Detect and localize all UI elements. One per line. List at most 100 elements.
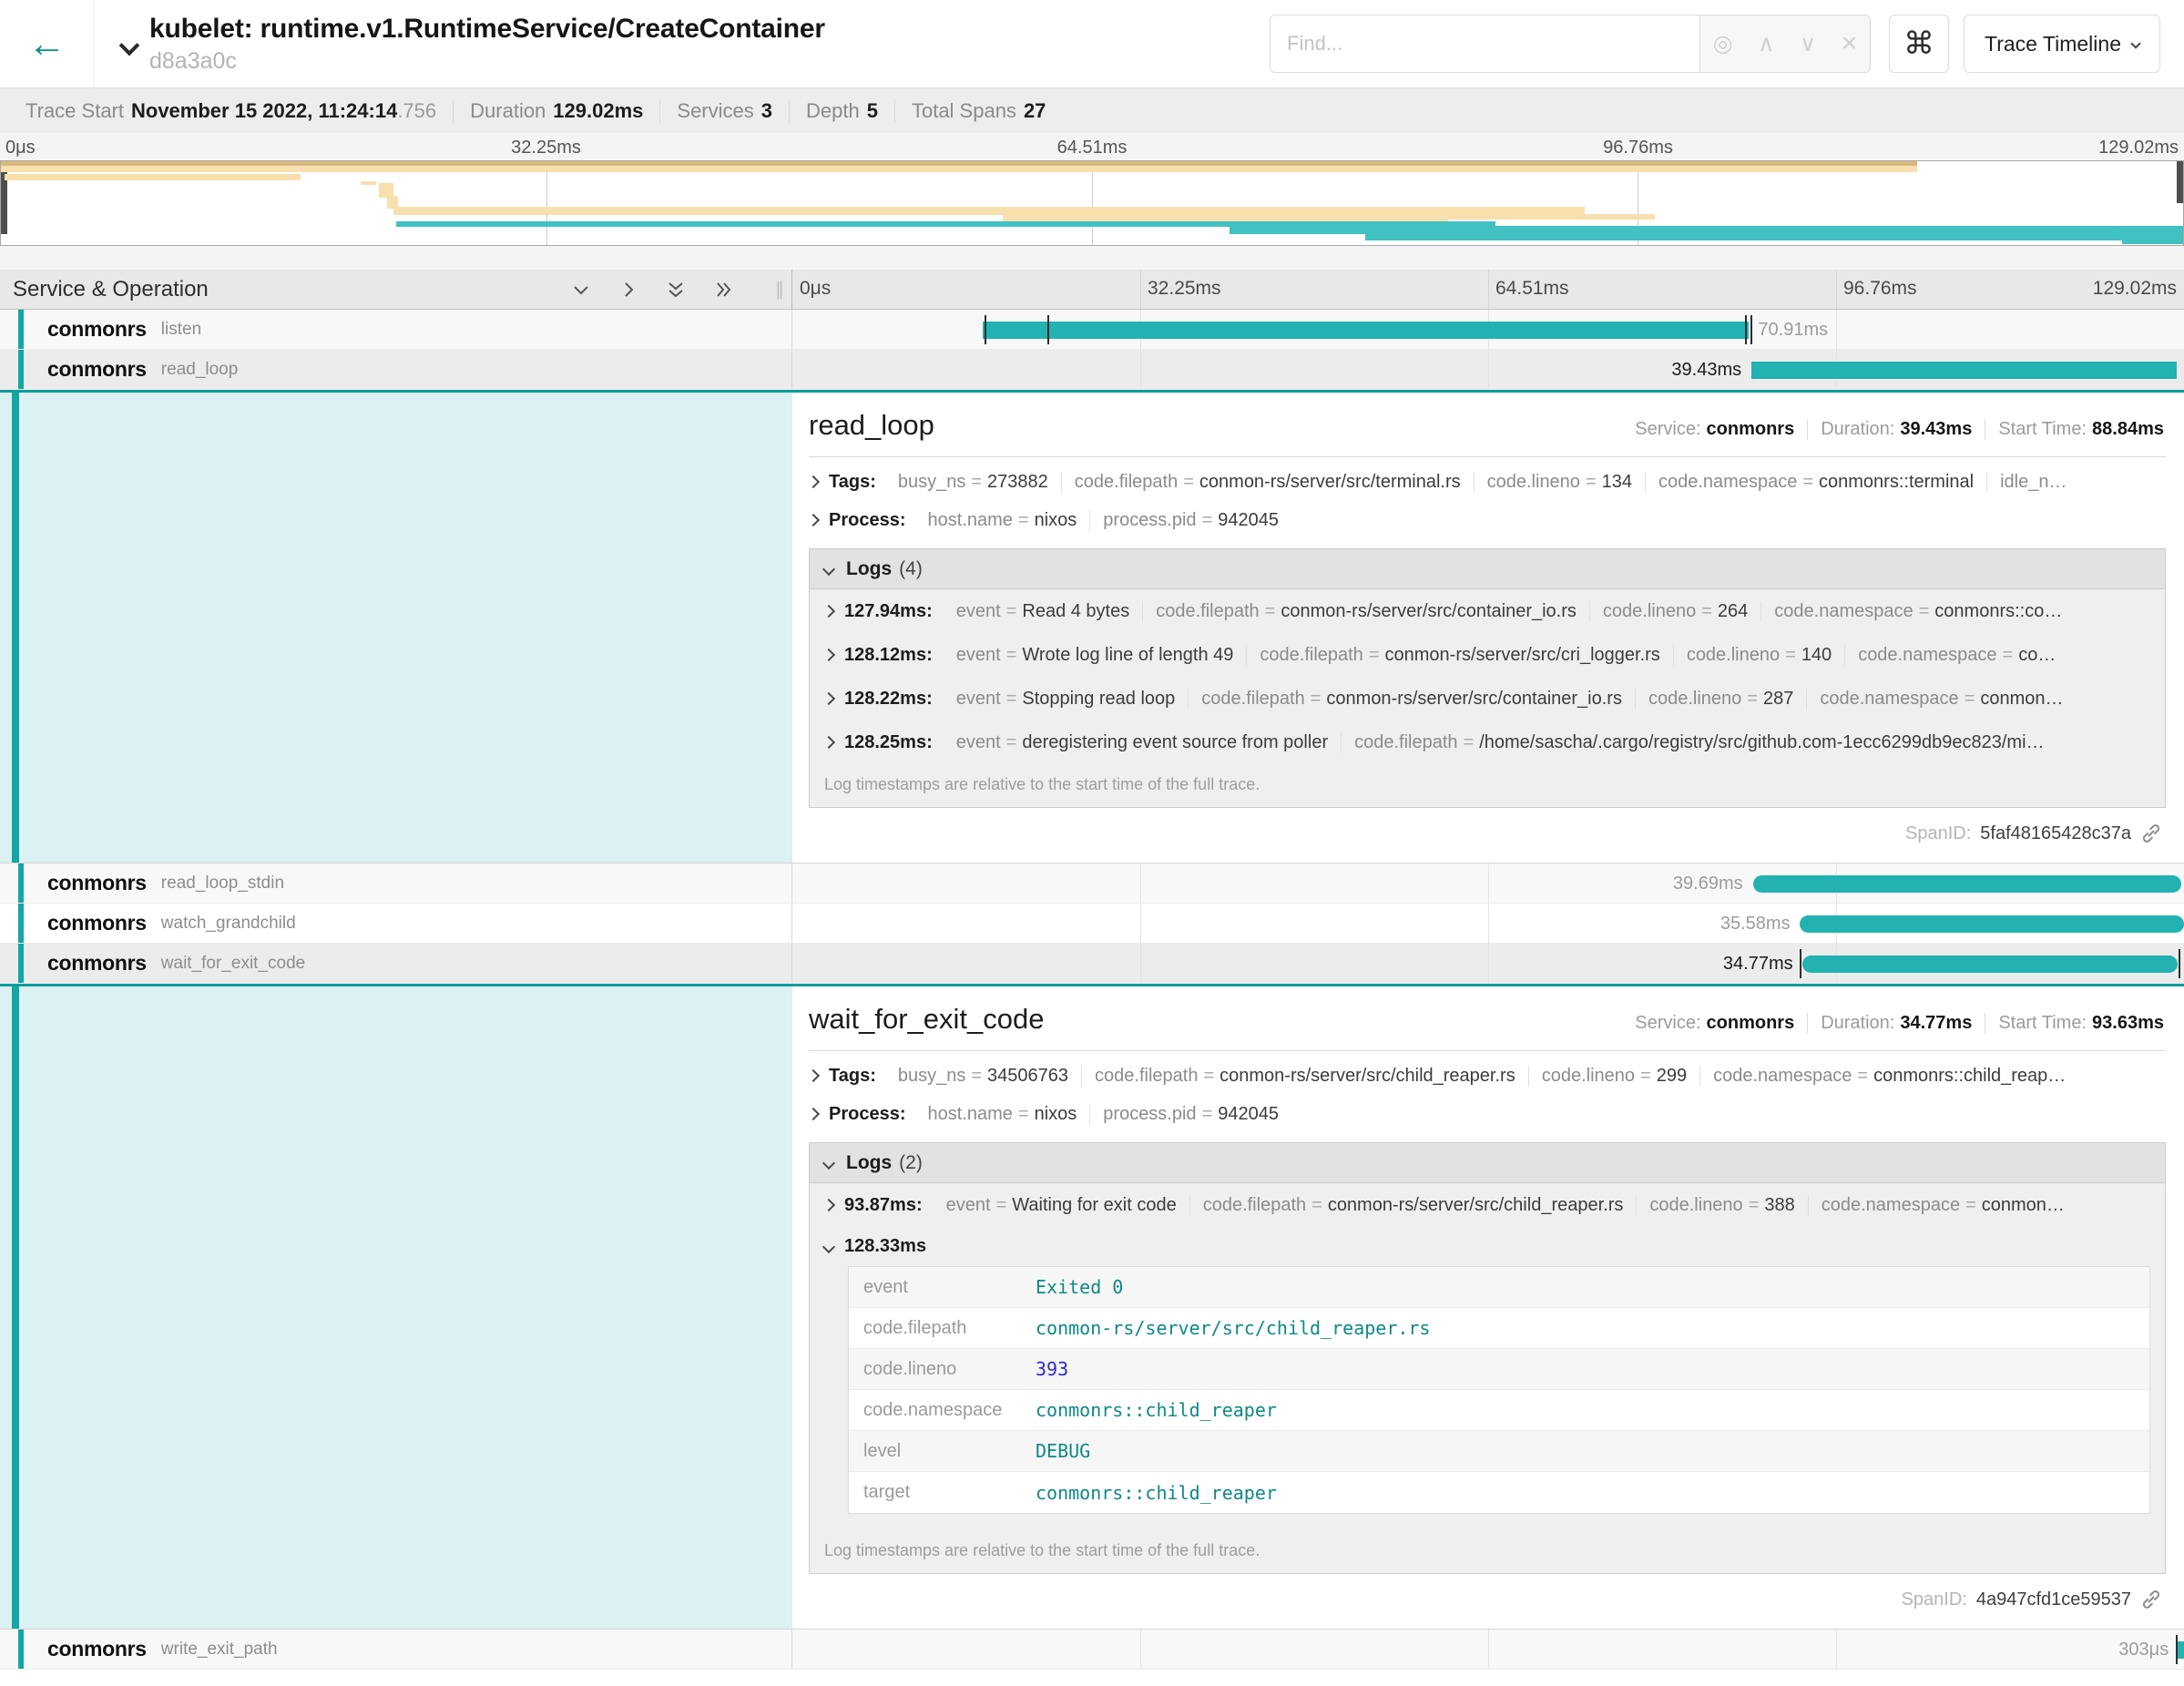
operation-name: listen: [161, 320, 201, 340]
keyboard-shortcuts-button[interactable]: ⌘: [1889, 15, 1949, 73]
table-row: event Exited 0: [849, 1267, 2149, 1308]
span-row-timeline-cell[interactable]: 35.58ms: [792, 904, 2184, 943]
span-duration-bar[interactable]: [1800, 915, 2184, 933]
detail-content: wait_for_exit_code Service:conmonrs Dura…: [792, 986, 2184, 1629]
tag-kv: busy_ns=34506763: [885, 1066, 1082, 1087]
span-duration-bar[interactable]: [2178, 1641, 2184, 1659]
match-case-icon[interactable]: ◎: [1713, 33, 1733, 56]
service-name: conmonrs: [47, 951, 147, 976]
divider: [809, 1050, 2166, 1051]
span-row-timeline-cell[interactable]: 39.43ms: [792, 350, 2184, 389]
chevron-right-icon: [822, 649, 835, 661]
span-id-row: SpanID: 4a947cfd1ce59537: [809, 1574, 2166, 1621]
log-entry[interactable]: 128.25ms: event=deregistering event sour…: [810, 720, 2165, 764]
span-row-timeline-cell[interactable]: 303μs: [792, 1630, 2184, 1669]
service-name: conmonrs: [47, 357, 147, 382]
field-value: Exited 0: [1036, 1276, 1123, 1298]
logs-footnote: Log timestamps are relative to the start…: [810, 764, 2165, 807]
expand-one-icon[interactable]: [618, 280, 638, 300]
gridline: [1488, 863, 1489, 903]
span-row[interactable]: conmonrs listen 70.91ms: [0, 310, 2184, 350]
page-title: kubelet: runtime.v1.RuntimeService/Creat…: [149, 13, 825, 46]
log-kv: event=deregistering event source from po…: [944, 732, 1342, 753]
logs-header[interactable]: Logs(4): [810, 549, 2165, 589]
log-entry[interactable]: 128.12ms: event=Wrote log line of length…: [810, 633, 2165, 677]
log-marker-tick: [1750, 315, 1752, 344]
trace-id: d8a3a0c: [149, 47, 825, 75]
span-duration-bar[interactable]: [1802, 955, 2178, 973]
deep-link-icon[interactable]: [2140, 1589, 2162, 1610]
logs-box: Logs(4) 127.94ms: event=Read 4 bytescode…: [809, 548, 2166, 808]
minimap-drag-handle-right[interactable]: [2177, 161, 2183, 203]
process-row[interactable]: Process: host.name=nixosprocess.pid=9420…: [809, 501, 2166, 539]
span-row-name-cell[interactable]: conmonrs wait_for_exit_code: [0, 944, 792, 983]
span-duration-bar[interactable]: [1753, 875, 2181, 893]
collapse-all-icon[interactable]: [571, 280, 591, 300]
log-kv: code.namespace=co…: [1845, 645, 2068, 666]
span-row-timeline-cell[interactable]: 34.77ms: [792, 944, 2184, 983]
tags-row[interactable]: Tags: busy_ns=34506763code.filepath=conm…: [809, 1057, 2166, 1095]
log-timestamp: 127.94ms:: [844, 601, 933, 622]
span-row-timeline-cell[interactable]: 39.69ms: [792, 863, 2184, 903]
span-row[interactable]: conmonrs write_exit_path 303μs: [0, 1630, 2184, 1670]
field-value: DEBUG: [1036, 1440, 1090, 1462]
span-row-name-cell[interactable]: conmonrs write_exit_path: [0, 1630, 792, 1669]
logs-header[interactable]: Logs(2): [810, 1143, 2165, 1183]
find-input[interactable]: [1270, 15, 1699, 73]
log-kv: code.filepath=/home/sascha/.cargo/regist…: [1342, 732, 2056, 753]
column-resizer[interactable]: ∥: [775, 278, 786, 301]
span-row[interactable]: conmonrs watch_grandchild 35.58ms: [0, 904, 2184, 944]
span-row[interactable]: conmonrs read_loop_stdin 39.69ms: [0, 863, 2184, 904]
span-row-name-cell[interactable]: conmonrs read_loop: [0, 350, 792, 389]
span-title: wait_for_exit_code: [809, 1003, 1045, 1036]
gridline: [1488, 1630, 1489, 1669]
expand-all-icon[interactable]: [666, 280, 686, 300]
log-kv: event=Waiting for exit code: [934, 1195, 1190, 1216]
back-button[interactable]: ←: [0, 0, 95, 87]
span-row-name-cell[interactable]: conmonrs watch_grandchild: [0, 904, 792, 943]
find-clear-icon[interactable]: ×: [1842, 30, 1858, 57]
span-row-name-cell[interactable]: conmonrs listen: [0, 310, 792, 349]
log-marker-tick: [985, 315, 986, 344]
span-row[interactable]: conmonrs read_loop 39.43ms: [0, 350, 2184, 390]
gridline: [1140, 863, 1141, 903]
gridline: [1488, 904, 1489, 943]
log-kv: event=Stopping read loop: [944, 689, 1189, 710]
field-key: target: [849, 1482, 1036, 1503]
tag-kv: busy_ns=273882: [885, 472, 1062, 493]
span-row-name-cell[interactable]: conmonrs read_loop_stdin: [0, 863, 792, 903]
deep-link-icon[interactable]: [2140, 823, 2162, 844]
command-icon: ⌘: [1903, 26, 1934, 62]
minimap-span-segment: [1365, 233, 2184, 240]
gridline: [1488, 270, 1489, 309]
minimap-canvas[interactable]: [0, 160, 2184, 246]
expanded-log-entry-header[interactable]: 128.33ms: [810, 1227, 2165, 1264]
span-id-row: SpanID: 5faf48165428c37a: [809, 808, 2166, 855]
log-marker-tick: [2179, 949, 2180, 978]
log-entry[interactable]: 127.94ms: event=Read 4 bytescode.filepat…: [810, 589, 2165, 633]
find-next-icon[interactable]: ∨: [1800, 33, 1816, 56]
table-row: code.filepath conmon-rs/server/src/child…: [849, 1308, 2149, 1349]
log-kv: code.filepath=conmon-rs/server/src/conta…: [1189, 689, 1636, 710]
span-duration-bar[interactable]: [983, 322, 1748, 339]
log-entry[interactable]: 128.22ms: event=Stopping read loopcode.f…: [810, 677, 2165, 720]
log-entry[interactable]: 93.87ms: event=Waiting for exit codecode…: [810, 1183, 2165, 1227]
span-row-timeline-cell[interactable]: 70.91ms: [792, 310, 2184, 349]
collapse-trace-header-button[interactable]: [122, 38, 137, 57]
log-timestamp: 128.22ms:: [844, 689, 933, 710]
tags-row[interactable]: Tags: busy_ns=273882code.filepath=conmon…: [809, 463, 2166, 501]
field-value: conmonrs::child_reaper: [1036, 1482, 1277, 1504]
chevron-right-icon: [809, 1108, 820, 1120]
process-row[interactable]: Process: host.name=nixosprocess.pid=9420…: [809, 1095, 2166, 1133]
ruler-tick: 129.02ms: [2098, 138, 2179, 158]
trace-view-select[interactable]: Trace Timeline: [1964, 15, 2160, 73]
gridline: [1140, 944, 1141, 983]
find-prev-icon[interactable]: ∧: [1758, 33, 1774, 56]
collapse-one-icon[interactable]: [713, 280, 733, 300]
detail-header: read_loop Service:conmonrs Duration:39.4…: [809, 409, 2166, 442]
detail-left-gutter: [0, 986, 792, 1629]
span-row[interactable]: conmonrs wait_for_exit_code 34.77ms: [0, 944, 2184, 984]
span-duration-bar[interactable]: [1751, 362, 2178, 379]
trace-start: Trace StartNovember 15 2022, 11:24:14.75…: [9, 99, 454, 123]
tag-kv: code.lineno=299: [1529, 1066, 1700, 1087]
